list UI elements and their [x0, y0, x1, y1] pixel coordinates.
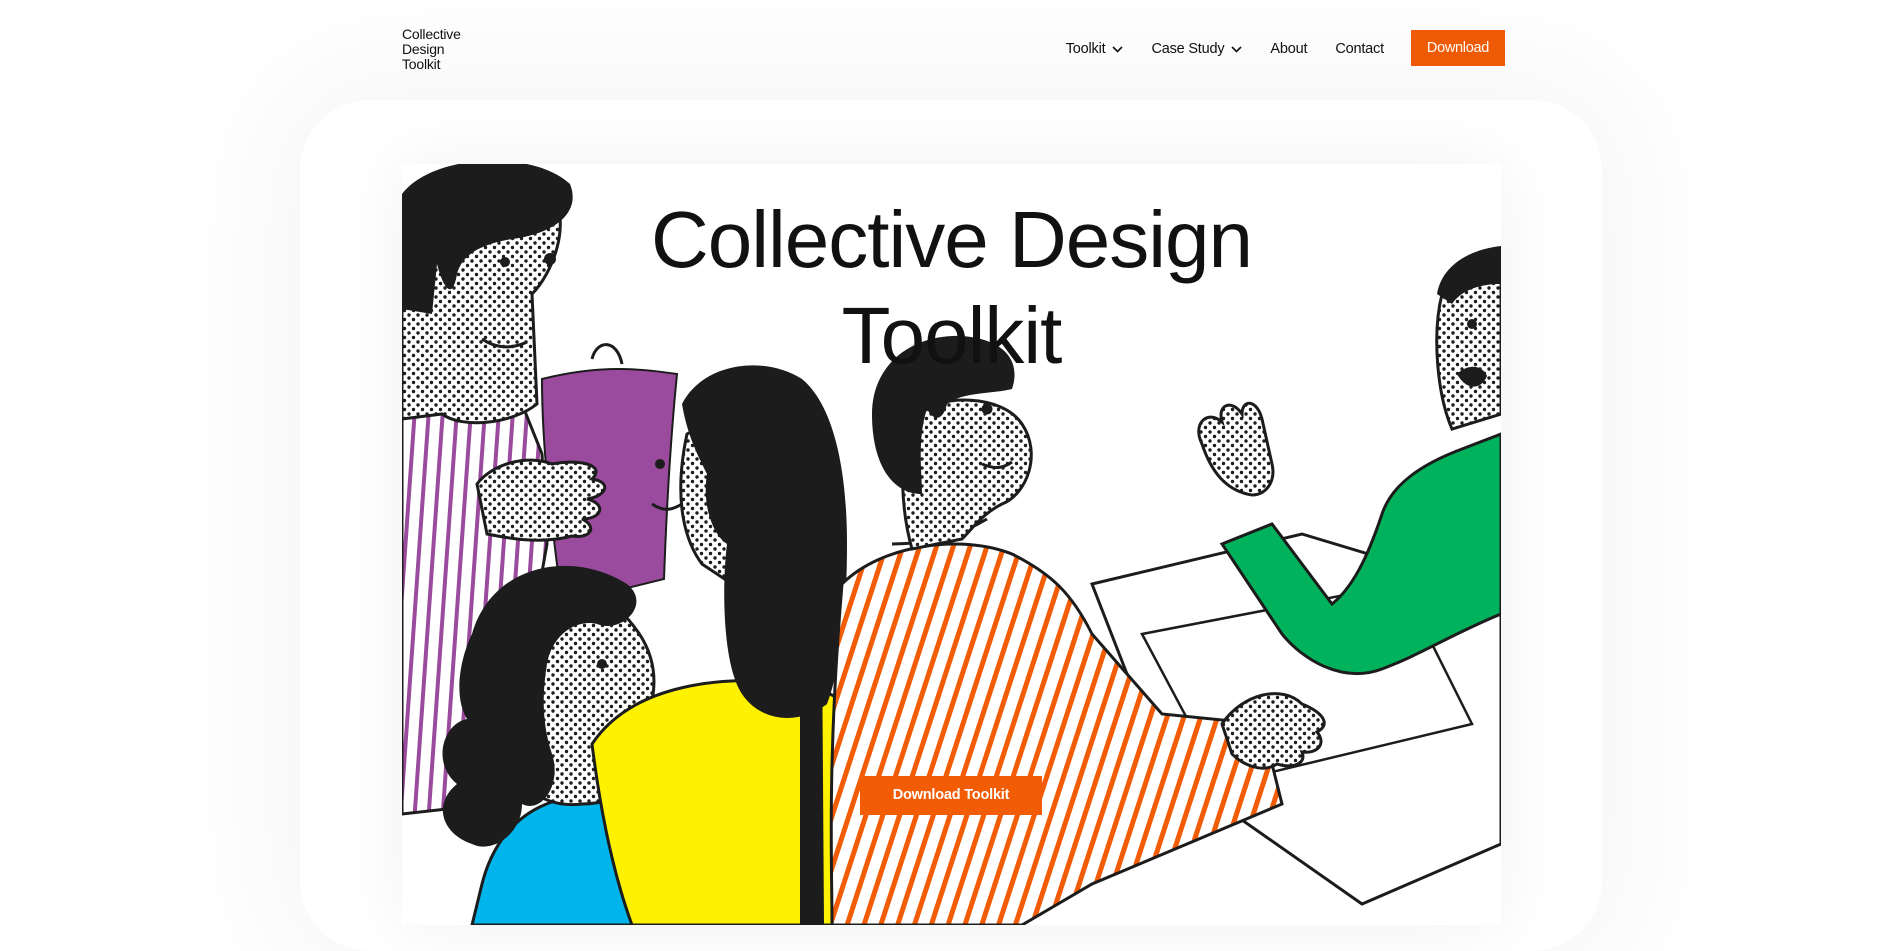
- nav-item-about[interactable]: About: [1270, 41, 1307, 57]
- hero-title-line-1: Collective Design: [650, 195, 1253, 284]
- download-toolkit-button[interactable]: Download Toolkit: [860, 776, 1042, 815]
- hero-title: Collective Design Toolkit: [402, 192, 1501, 384]
- nav-item-toolkit[interactable]: Toolkit: [1066, 41, 1124, 57]
- chevron-down-icon: [1231, 45, 1242, 53]
- hero-title-line-2: Toolkit: [841, 291, 1063, 380]
- logo-line-2: Design: [402, 41, 445, 57]
- logo-line-1: Collective: [402, 26, 461, 42]
- logo-line-3: Toolkit: [402, 56, 441, 72]
- main-navigation: Toolkit Case Study About Contact Downloa…: [1038, 30, 1505, 66]
- hero-section: Collective Design Toolkit Download Toolk…: [402, 164, 1501, 925]
- download-button[interactable]: Download: [1410, 30, 1505, 66]
- nav-item-contact[interactable]: Contact: [1335, 41, 1384, 57]
- site-logo[interactable]: Collective Design Toolkit: [402, 27, 482, 72]
- nav-item-case-study-label: Case Study: [1151, 41, 1225, 57]
- nav-item-case-study[interactable]: Case Study: [1151, 41, 1242, 57]
- chevron-down-icon: [1112, 45, 1124, 53]
- nav-item-contact-label: Contact: [1335, 41, 1384, 57]
- nav-item-toolkit-label: Toolkit: [1065, 41, 1106, 57]
- nav-item-about-label: About: [1270, 41, 1308, 57]
